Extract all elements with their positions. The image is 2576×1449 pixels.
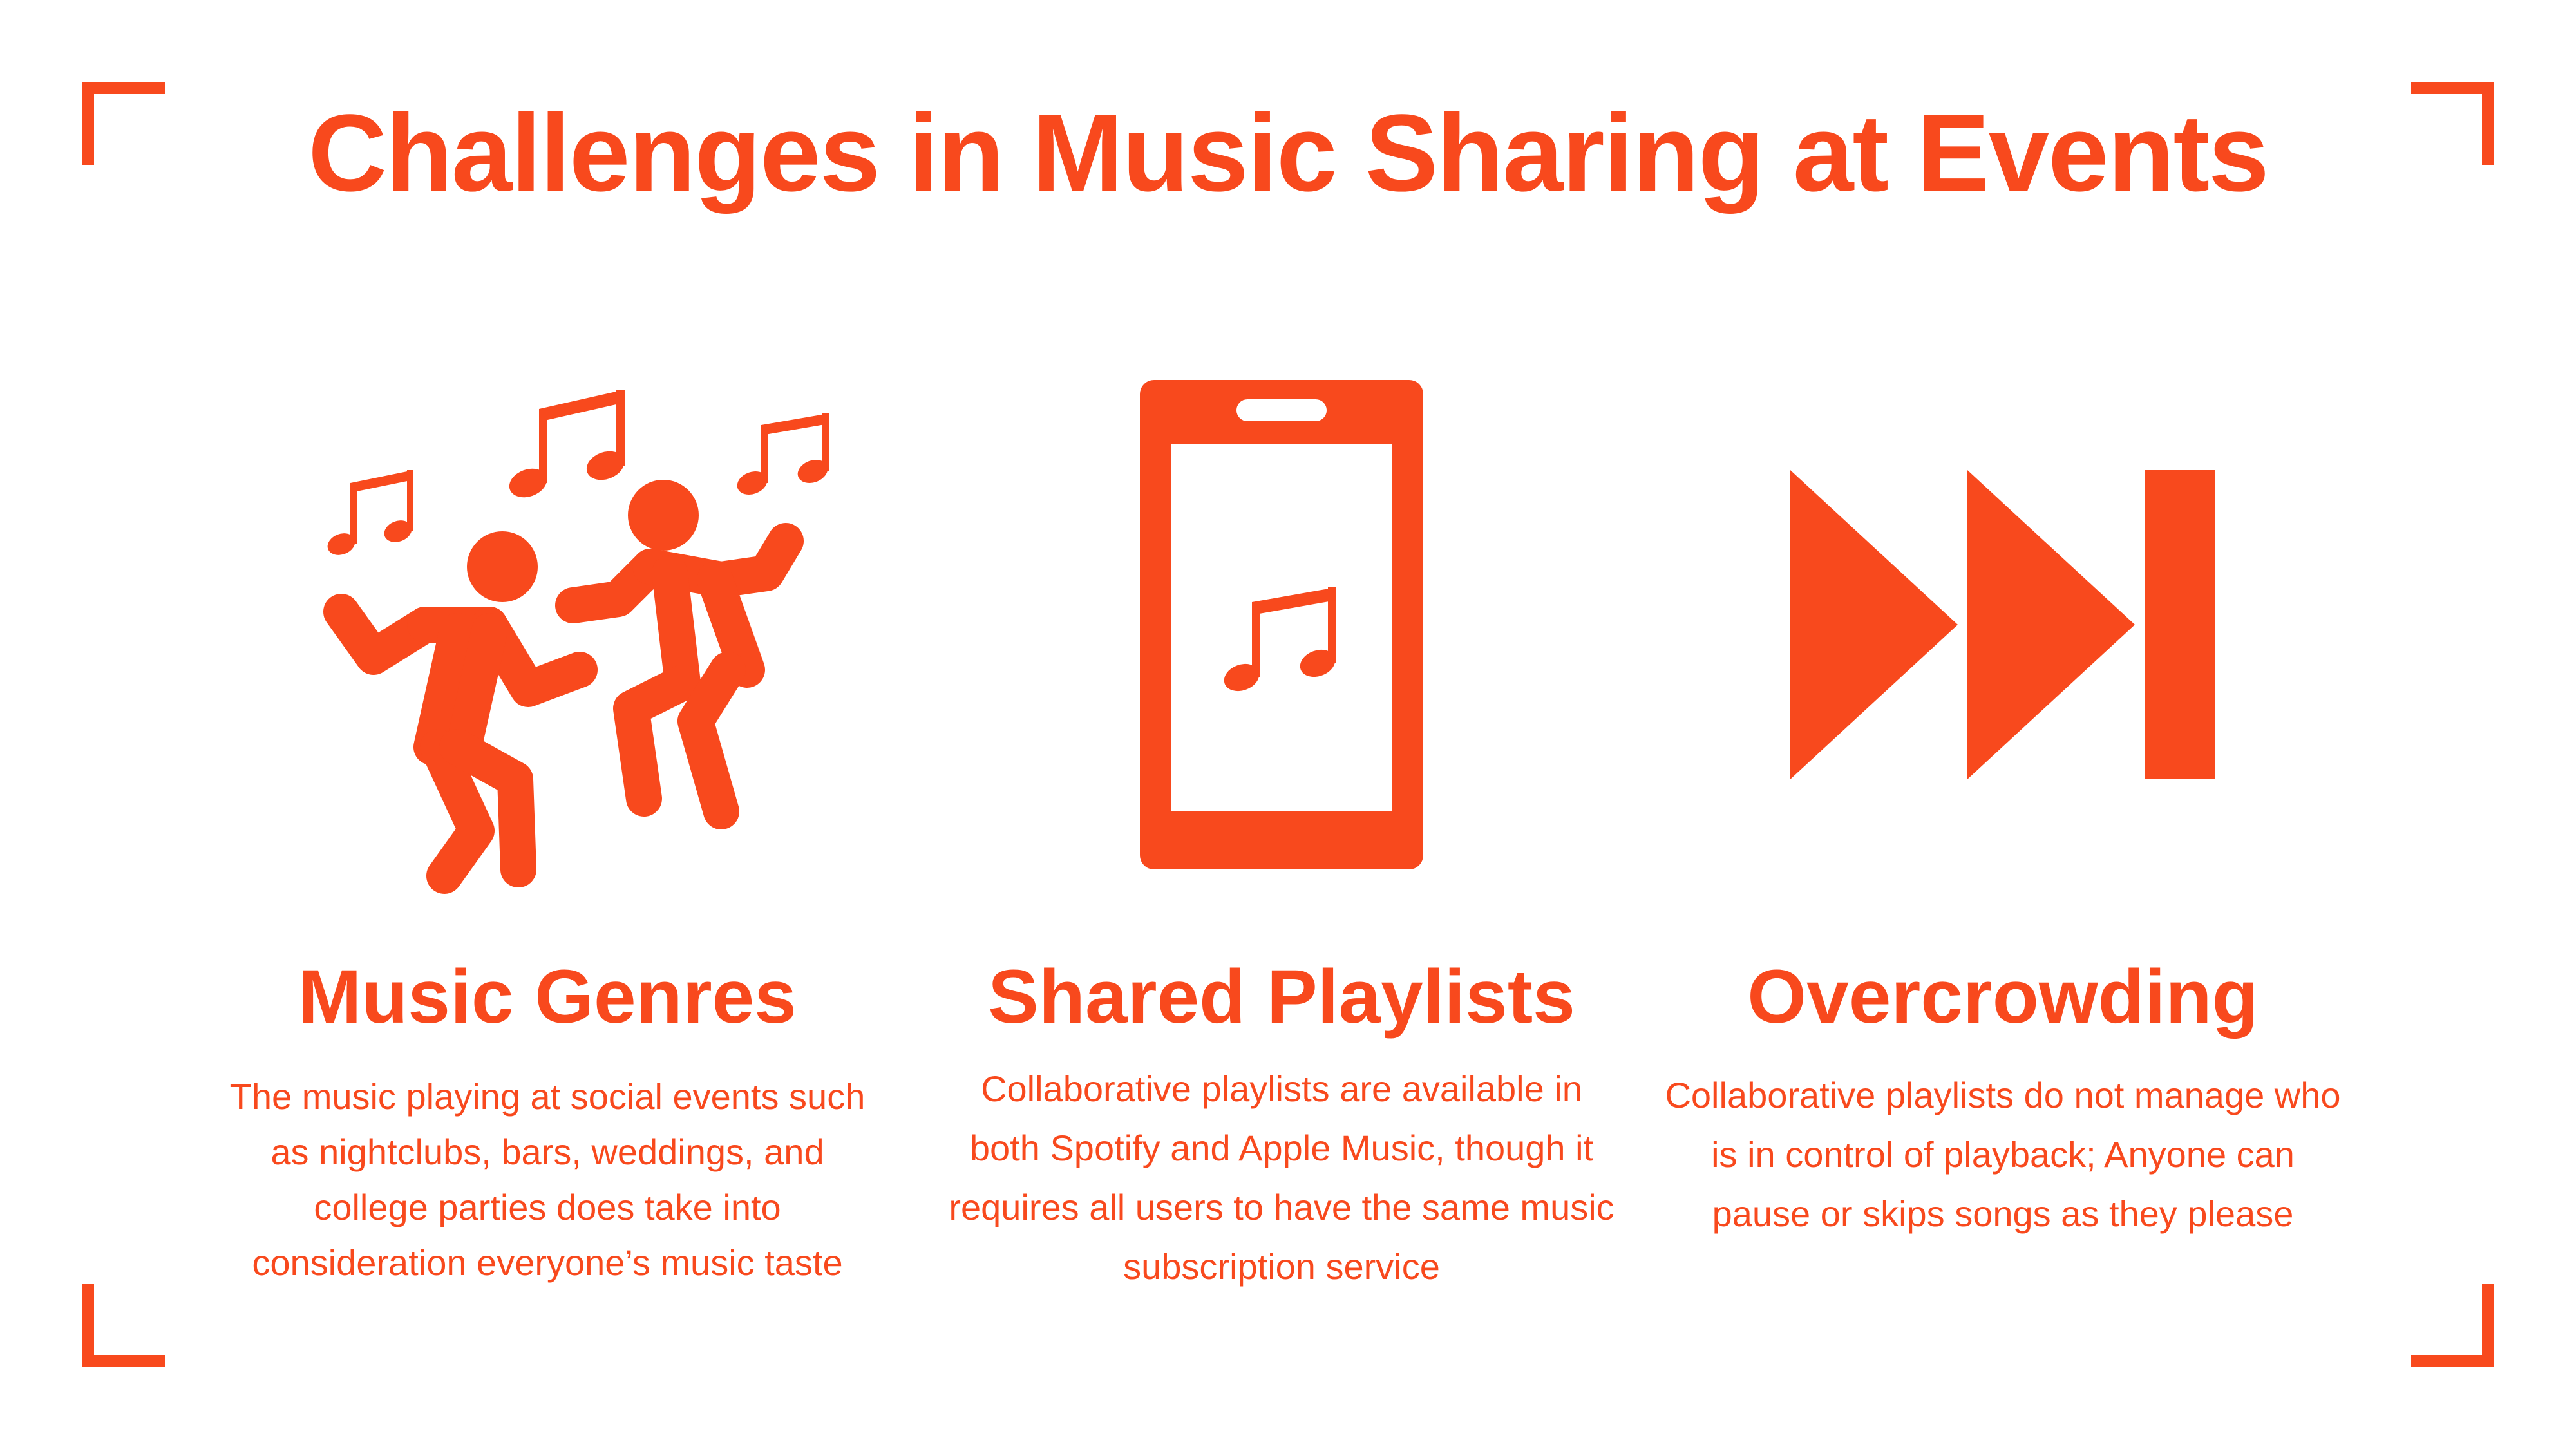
music-genres-description: The music playing at social events such … (229, 1076, 866, 1283)
music-genres-heading: Music Genres (298, 954, 797, 1039)
shared-playlists-description: Collaborative playlists are available in… (949, 1068, 1615, 1287)
smartphone-music-note-icon (1133, 374, 1430, 876)
dancing-people-music-notes-icon (322, 361, 863, 902)
overcrowding-description: Collaborative playlists do not manage wh… (1665, 1075, 2341, 1234)
skip-forward-icon (1777, 464, 2228, 786)
slide-title: Challenges in Music Sharing at Events (308, 92, 2269, 214)
corner-frame-bottom-left (82, 1284, 165, 1367)
overcrowding-heading: Overcrowding (1747, 954, 2259, 1039)
corner-frame-bottom-right (2411, 1284, 2494, 1367)
shared-playlists-heading: Shared Playlists (988, 954, 1575, 1039)
